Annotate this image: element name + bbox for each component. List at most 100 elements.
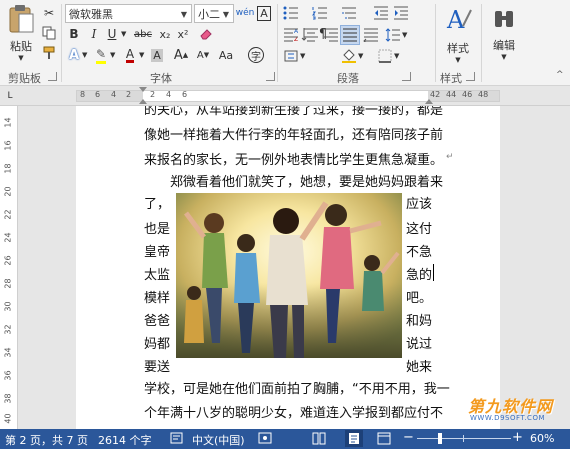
word-count[interactable]: 2614 个字	[98, 432, 152, 448]
copy-button[interactable]	[40, 24, 58, 42]
print-layout-icon[interactable]	[345, 430, 363, 447]
chevron-down-icon[interactable]: ▼	[178, 7, 190, 21]
text-line[interactable]: 急的	[406, 264, 432, 283]
chevron-down-icon[interactable]: ▼	[110, 51, 115, 59]
text-line[interactable]: 太监	[144, 264, 170, 283]
styles-button[interactable]: A 样式 ▼	[440, 4, 476, 64]
tab-selector[interactable]: L	[4, 90, 16, 102]
inline-photo[interactable]	[176, 193, 402, 358]
ruler-number: 48	[478, 90, 489, 99]
bold-button[interactable]: B	[65, 25, 83, 43]
shading-paragraph-button[interactable]	[340, 47, 358, 65]
strikethrough-button[interactable]: abc	[131, 25, 155, 43]
text-line[interactable]: 应该	[406, 193, 432, 212]
enclose-char-button[interactable]: 字	[247, 46, 265, 64]
clear-format-button[interactable]	[197, 25, 215, 43]
distributed-button[interactable]	[362, 26, 380, 44]
macro-record-icon[interactable]	[258, 431, 272, 448]
zoom-out-button[interactable]: −	[403, 430, 414, 445]
chevron-down-icon[interactable]: ▼	[394, 52, 399, 60]
text-line[interactable]: 这付	[406, 218, 432, 237]
eraser-icon	[200, 29, 212, 40]
right-indent-marker[interactable]	[425, 99, 433, 104]
read-mode-icon[interactable]	[312, 432, 326, 448]
multilevel-list-button[interactable]	[340, 4, 358, 22]
subscript-button[interactable]: x₂	[156, 25, 174, 43]
zoom-slider-thumb[interactable]	[438, 433, 442, 444]
font-color-button[interactable]: A	[121, 46, 139, 64]
clipboard-launcher-icon[interactable]	[48, 72, 57, 81]
increase-indent-button[interactable]	[392, 4, 410, 22]
text-line[interactable]: 要送	[144, 356, 170, 375]
superscript-button[interactable]: x²	[174, 25, 192, 43]
align-center-button[interactable]	[302, 26, 320, 44]
decrease-indent-button[interactable]	[372, 4, 390, 22]
left-indent-marker[interactable]	[139, 99, 147, 104]
text-line[interactable]: 她来	[406, 356, 432, 375]
cut-button[interactable]: ✂	[40, 4, 58, 22]
italic-button[interactable]: I	[85, 25, 103, 43]
zoom-slider[interactable]	[417, 438, 511, 439]
bullets-button[interactable]	[282, 4, 300, 22]
vertical-ruler[interactable]: 14 16 18 20 22 24 26 28 30 32 34 36 38 4…	[0, 106, 18, 429]
text-line[interactable]: 吧。	[406, 287, 432, 306]
shrink-font-button[interactable]: A ▼	[194, 46, 212, 64]
justify-button[interactable]	[340, 25, 360, 45]
language-indicator[interactable]: 中文(中国)	[192, 432, 245, 448]
web-layout-icon[interactable]	[377, 432, 391, 448]
format-painter-button[interactable]	[40, 44, 58, 62]
text-line[interactable]: 模样	[144, 287, 170, 306]
grow-font-button[interactable]: A ▲	[172, 46, 190, 64]
char-border-button[interactable]: A	[255, 4, 273, 22]
change-case-button[interactable]: Aa	[217, 46, 235, 64]
align-right-button[interactable]	[322, 26, 340, 44]
zoom-level[interactable]: 60%	[530, 432, 554, 445]
text-line[interactable]: 爸爸	[144, 310, 170, 329]
text-line[interactable]: 也是	[144, 218, 170, 237]
zoom-in-button[interactable]: +	[512, 430, 523, 445]
text-line[interactable]: 不急	[406, 241, 432, 260]
line-spacing-button[interactable]	[384, 26, 402, 44]
text-line[interactable]: 来报名的家长，无一例外地表情比学生更焦急凝重。	[144, 149, 443, 168]
first-line-indent-marker[interactable]	[139, 87, 147, 92]
text-line[interactable]: 学校，可是她在他们面前拍了胸脯，“不用不用，我一	[144, 378, 450, 397]
wen-phonetic-button[interactable]: wén	[236, 4, 255, 22]
proofing-icon[interactable]	[170, 431, 184, 448]
text-line[interactable]: 个年满十八岁的聪明少女，难道连入学报到都应付不	[144, 402, 443, 421]
text-line[interactable]: 皇帝	[144, 241, 170, 260]
shading-button[interactable]: A	[148, 46, 166, 64]
font-name-combo[interactable]: 微软雅黑 ▼	[65, 4, 192, 23]
asian-layout-button[interactable]	[282, 47, 300, 65]
text-line[interactable]: 说过	[406, 333, 432, 352]
text-line[interactable]: 像她一样拖着大件行李的年轻面孔，还有陪同孩子前	[144, 124, 443, 143]
chevron-down-icon[interactable]: ▼	[358, 52, 363, 60]
align-left-button[interactable]	[282, 26, 300, 44]
text-line[interactable]: 了，	[144, 193, 170, 212]
styles-launcher-icon[interactable]	[466, 72, 475, 81]
numbering-button[interactable]	[311, 4, 329, 22]
text-line[interactable]: 的关心，从车站接到新生接了过来，接一接的，都是	[144, 106, 443, 118]
borders-button[interactable]	[376, 47, 394, 65]
text-line[interactable]: 郑微看着他们就笑了，她想，要是她妈妈跟着来	[170, 171, 443, 190]
chevron-down-icon[interactable]: ▼	[220, 7, 232, 21]
editing-button[interactable]: 编辑 ▼	[486, 4, 522, 64]
collapse-ribbon-icon[interactable]: ^	[556, 70, 564, 80]
chevron-down-icon[interactable]: ▼	[82, 51, 87, 59]
chevron-down-icon[interactable]: ▼	[139, 51, 144, 59]
paste-button[interactable]: 粘贴 ▼	[4, 4, 38, 62]
horizontal-ruler[interactable]: L 8 6 4 2 2 4 6 42 44 46 48	[0, 86, 570, 106]
font-launcher-icon[interactable]	[266, 72, 275, 81]
font-size-combo[interactable]: 小二 ▼	[194, 4, 234, 23]
highlight-button[interactable]: ✎	[92, 46, 110, 64]
chevron-down-icon[interactable]: ▼	[402, 31, 407, 39]
chevron-down-icon[interactable]: ▼	[300, 52, 305, 60]
enclose-char-icon: 字	[248, 47, 264, 63]
text-line[interactable]: 妈都	[144, 333, 170, 352]
text-effects-button[interactable]: A	[65, 46, 83, 64]
text-line[interactable]: 和妈	[406, 310, 432, 329]
chevron-down-icon[interactable]: ▼	[121, 30, 126, 38]
page-indicator[interactable]: 第 2 页，共 7 页	[5, 432, 88, 448]
paragraph-launcher-icon[interactable]	[402, 72, 411, 81]
underline-button[interactable]: U	[103, 25, 121, 43]
ribbon: 粘贴 ▼ ✂ 剪贴板 微软雅黑 ▼ 小二 ▼ wén A B I U ▼ abc…	[0, 0, 570, 86]
